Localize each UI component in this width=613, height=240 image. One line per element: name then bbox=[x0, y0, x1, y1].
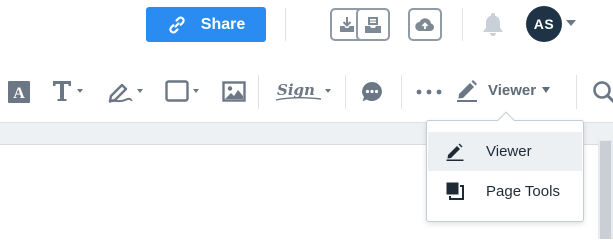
more-button[interactable] bbox=[416, 89, 442, 95]
bell-icon[interactable] bbox=[481, 11, 505, 37]
signature-icon: Sign bbox=[275, 81, 322, 101]
inbox-icon bbox=[365, 16, 381, 33]
divider bbox=[285, 8, 286, 41]
download-icon bbox=[340, 16, 354, 32]
rectangle-tool[interactable] bbox=[165, 80, 199, 102]
search-icon[interactable] bbox=[592, 80, 613, 104]
text-icon bbox=[53, 81, 71, 101]
comment-tool[interactable] bbox=[361, 81, 383, 103]
menu-item-viewer[interactable]: Viewer bbox=[428, 132, 582, 171]
avatar-initials: AS bbox=[533, 16, 555, 32]
pencil-icon bbox=[446, 143, 464, 161]
pen-tool[interactable] bbox=[107, 78, 143, 104]
cloud-upload-icon bbox=[415, 17, 434, 31]
divider bbox=[462, 8, 463, 41]
sign-tool[interactable]: Sign bbox=[275, 78, 331, 104]
sign-label: Sign bbox=[277, 81, 315, 99]
divider bbox=[576, 75, 577, 109]
mode-label: Viewer bbox=[488, 81, 537, 99]
top-bar: Share AS bbox=[0, 0, 613, 50]
rectangle-icon bbox=[165, 80, 189, 102]
annotation-toolbar: A Sign Viewer bbox=[0, 58, 613, 122]
text-box-tool[interactable]: A bbox=[8, 81, 30, 103]
divider bbox=[401, 75, 402, 109]
divider bbox=[345, 75, 346, 109]
svg-text:A: A bbox=[13, 85, 25, 102]
avatar[interactable]: AS bbox=[526, 6, 562, 42]
pencil-icon bbox=[457, 80, 477, 102]
more-icon bbox=[416, 89, 442, 95]
upload-button[interactable] bbox=[408, 8, 442, 41]
menu-item-page-tools[interactable]: Page Tools bbox=[428, 172, 582, 211]
image-tool[interactable] bbox=[222, 81, 246, 102]
caret-down-icon bbox=[542, 87, 551, 93]
mode-menu: Viewer Page Tools bbox=[426, 120, 584, 222]
text-tool[interactable] bbox=[51, 79, 83, 103]
pages-icon bbox=[446, 182, 464, 200]
menu-item-label: Viewer bbox=[486, 143, 532, 160]
scrollbar-thumb[interactable] bbox=[600, 141, 611, 239]
inbox-button[interactable] bbox=[356, 8, 390, 41]
image-icon bbox=[222, 81, 246, 102]
link-icon bbox=[169, 16, 185, 33]
chevron-down-icon[interactable] bbox=[566, 19, 576, 27]
comment-icon bbox=[362, 82, 382, 102]
menu-item-label: Page Tools bbox=[486, 183, 560, 200]
share-button[interactable]: Share bbox=[146, 7, 266, 42]
mode-dropdown[interactable]: Viewer bbox=[456, 78, 551, 102]
divider bbox=[258, 75, 259, 109]
pen-icon bbox=[108, 83, 133, 103]
text-box-icon: A bbox=[8, 81, 30, 103]
share-label: Share bbox=[200, 15, 246, 33]
